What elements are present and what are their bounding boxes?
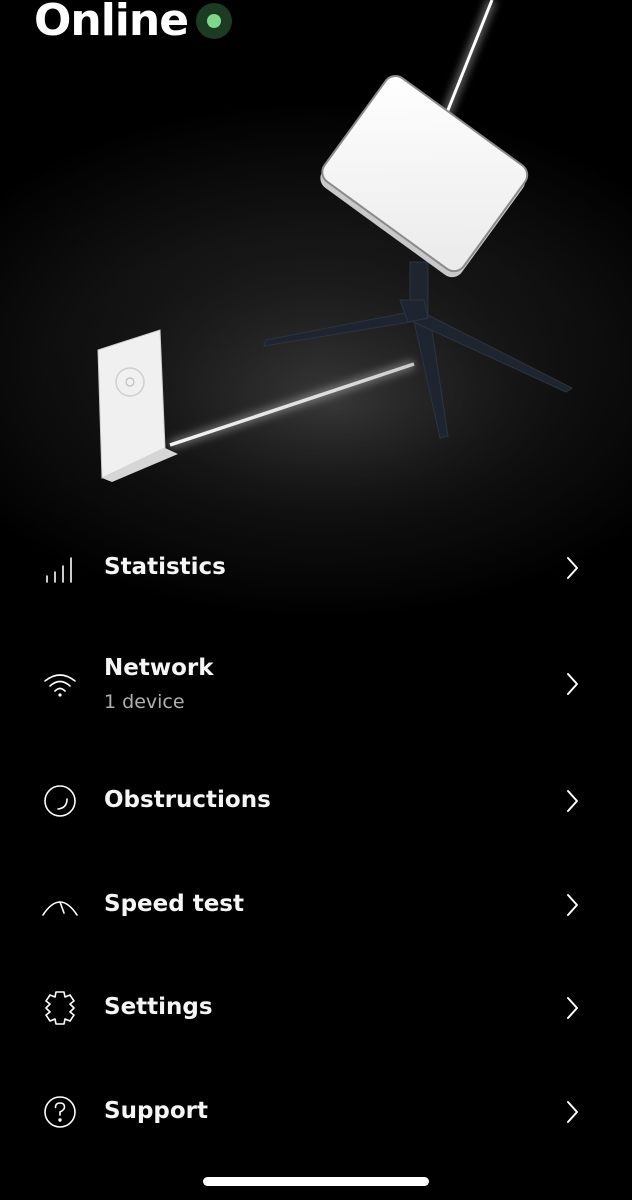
menu-item-support[interactable]: Support — [0, 1064, 632, 1160]
status-label: Online — [34, 0, 189, 46]
gear-icon — [40, 988, 80, 1028]
home-indicator[interactable] — [203, 1177, 429, 1186]
chevron-right-icon — [562, 994, 582, 1022]
obstruction-circle-icon — [40, 781, 80, 821]
menu-item-label: Speed test — [104, 891, 244, 918]
chevron-right-icon — [562, 554, 582, 582]
menu-item-label: Support — [104, 1098, 209, 1125]
menu-item-speed-test[interactable]: Speed test — [0, 857, 632, 953]
menu-item-label: Settings — [104, 994, 213, 1021]
wifi-icon — [40, 664, 80, 704]
status-indicator-dot — [207, 14, 222, 28]
chevron-right-icon — [562, 1098, 582, 1126]
speedometer-icon — [40, 885, 80, 925]
menu-item-settings[interactable]: Settings — [0, 960, 632, 1056]
menu-item-statistics[interactable]: Statistics — [0, 520, 632, 616]
question-circle-icon — [40, 1092, 80, 1132]
chevron-right-icon — [562, 670, 582, 698]
bar-chart-icon — [40, 548, 80, 588]
menu-item-label: Obstructions — [104, 787, 271, 814]
menu-item-label: Network — [104, 655, 214, 682]
menu-item-network[interactable]: Network 1 device — [0, 636, 632, 732]
menu-item-label: Statistics — [104, 554, 226, 581]
status-indicator-icon — [196, 3, 233, 39]
menu-item-obstructions[interactable]: Obstructions — [0, 753, 632, 849]
connection-status: Online — [34, 0, 233, 48]
chevron-right-icon — [562, 787, 582, 815]
menu-item-subtitle: 1 device — [104, 690, 185, 713]
chevron-right-icon — [562, 891, 582, 919]
